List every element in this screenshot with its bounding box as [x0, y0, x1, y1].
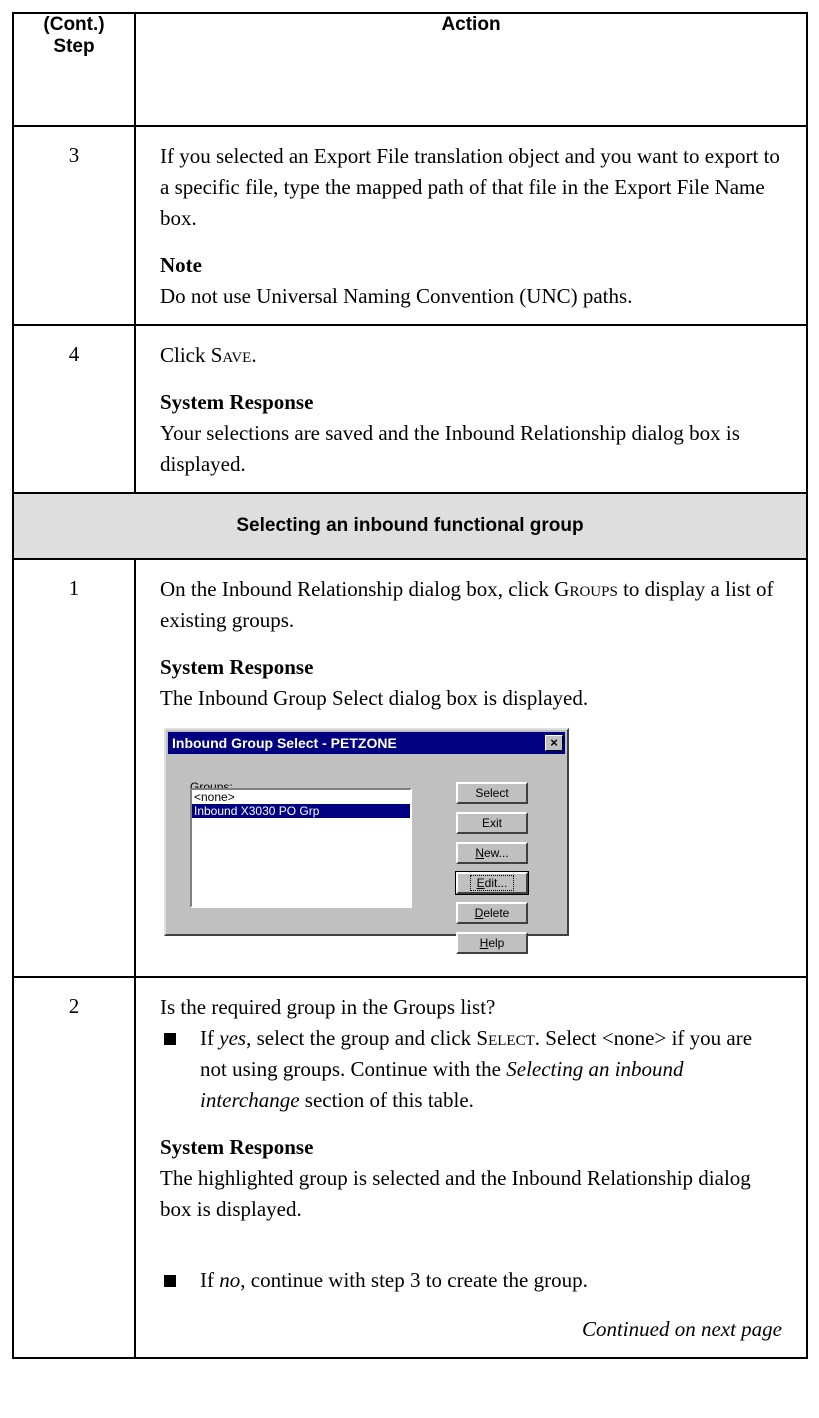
- text-fragment: Click: [160, 343, 211, 367]
- bullet-item: If no, continue with step 3 to create th…: [160, 1265, 782, 1296]
- dialog-title: Inbound Group Select - PETZONE: [172, 735, 397, 751]
- action-text: On the Inbound Relationship dialog box, …: [160, 574, 782, 636]
- bullet-text: If yes, select the group and click Selec…: [200, 1023, 782, 1116]
- close-icon[interactable]: ×: [545, 735, 563, 751]
- bullet-square-icon: [164, 1033, 176, 1045]
- label-rest: elete: [483, 906, 510, 920]
- dialog-titlebar: Inbound Group Select - PETZONE ×: [168, 732, 565, 754]
- emphasis: yes: [219, 1026, 247, 1050]
- text-fragment: , continue with step 3 to create the gro…: [240, 1268, 588, 1292]
- text-fragment: If: [200, 1026, 220, 1050]
- inbound-group-select-dialog: Inbound Group Select - PETZONE × Groups:…: [164, 728, 569, 954]
- label-rest: ew...: [483, 846, 509, 860]
- table-row: 4 Click Save. System Response Your selec…: [12, 324, 808, 494]
- help-button[interactable]: Help: [456, 932, 528, 954]
- command-name: Groups: [554, 577, 618, 601]
- bullet-text: If no, continue with step 3 to create th…: [200, 1265, 588, 1296]
- continued-note: Continued on next page: [581, 1317, 782, 1341]
- response-label: System Response: [160, 390, 314, 414]
- text-fragment: .: [251, 343, 257, 367]
- table-row: 3 If you selected an Export File transla…: [12, 125, 808, 326]
- response-label: System Response: [160, 655, 314, 679]
- command-name: Select: [476, 1026, 535, 1050]
- table-row: 2 Is the required group in the Groups li…: [12, 976, 808, 1359]
- edit-button[interactable]: Edit...: [455, 871, 529, 895]
- list-item-selected[interactable]: Inbound X3030 PO Grp: [192, 804, 410, 818]
- new-button[interactable]: New...: [456, 842, 528, 864]
- emphasis: no: [219, 1268, 241, 1292]
- response-text: The highlighted group is selected and th…: [160, 1166, 751, 1221]
- action-text: If you selected an Export File translati…: [160, 144, 780, 230]
- table-row: 1 On the Inbound Relationship dialog box…: [12, 558, 808, 978]
- response-label: System Response: [160, 1135, 314, 1159]
- action-column-header: Action: [134, 12, 808, 127]
- edit-label: Edit...: [469, 875, 515, 891]
- step-header-line2: Step: [53, 36, 95, 57]
- text-fragment: If: [200, 1268, 220, 1292]
- delete-button[interactable]: Delete: [456, 902, 528, 924]
- section-title: Selecting an inbound functional group: [12, 492, 808, 560]
- select-button[interactable]: Select: [456, 782, 528, 804]
- mnemonic: D: [474, 906, 484, 920]
- question-text: Is the required group in the Groups list…: [160, 995, 496, 1019]
- procedure-table: (Cont.) Step Action 3 If you selected an…: [12, 12, 808, 1359]
- mnemonic: E: [476, 876, 485, 890]
- list-item[interactable]: <none>: [192, 790, 410, 804]
- action-cell: Click Save. System Response Your selecti…: [134, 324, 808, 494]
- text-fragment: On the Inbound Relationship dialog box, …: [160, 577, 555, 601]
- command-name: Save: [210, 343, 252, 367]
- label-rest: elp: [488, 936, 505, 950]
- step-number: 2: [12, 976, 136, 1359]
- bullet-item: If yes, select the group and click Selec…: [160, 1023, 782, 1116]
- text-fragment: section of this table.: [299, 1088, 474, 1112]
- bullet-square-icon: [164, 1275, 176, 1287]
- label-rest: dit...: [484, 876, 508, 890]
- action-text: Click Save.: [160, 340, 782, 371]
- action-cell: Is the required group in the Groups list…: [134, 976, 808, 1359]
- action-cell: If you selected an Export File translati…: [134, 125, 808, 326]
- exit-button[interactable]: Exit: [456, 812, 528, 834]
- step-number: 1: [12, 558, 136, 978]
- note-text: Do not use Universal Naming Convention (…: [160, 284, 633, 308]
- note-label: Note: [160, 253, 202, 277]
- step-header-line1: (Cont.): [43, 14, 105, 35]
- step-column-header: (Cont.) Step: [12, 12, 136, 127]
- response-text: The Inbound Group Select dialog box is d…: [160, 686, 589, 710]
- action-cell: On the Inbound Relationship dialog box, …: [134, 558, 808, 978]
- table-header-row: (Cont.) Step Action: [12, 12, 808, 127]
- response-text: Your selections are saved and the Inboun…: [160, 421, 740, 476]
- mnemonic: N: [475, 846, 484, 860]
- step-number: 3: [12, 125, 136, 326]
- step-number: 4: [12, 324, 136, 494]
- text-fragment: , select the group and click: [246, 1026, 477, 1050]
- groups-listbox[interactable]: <none> Inbound X3030 PO Grp: [190, 788, 412, 908]
- section-header-row: Selecting an inbound functional group: [12, 492, 808, 560]
